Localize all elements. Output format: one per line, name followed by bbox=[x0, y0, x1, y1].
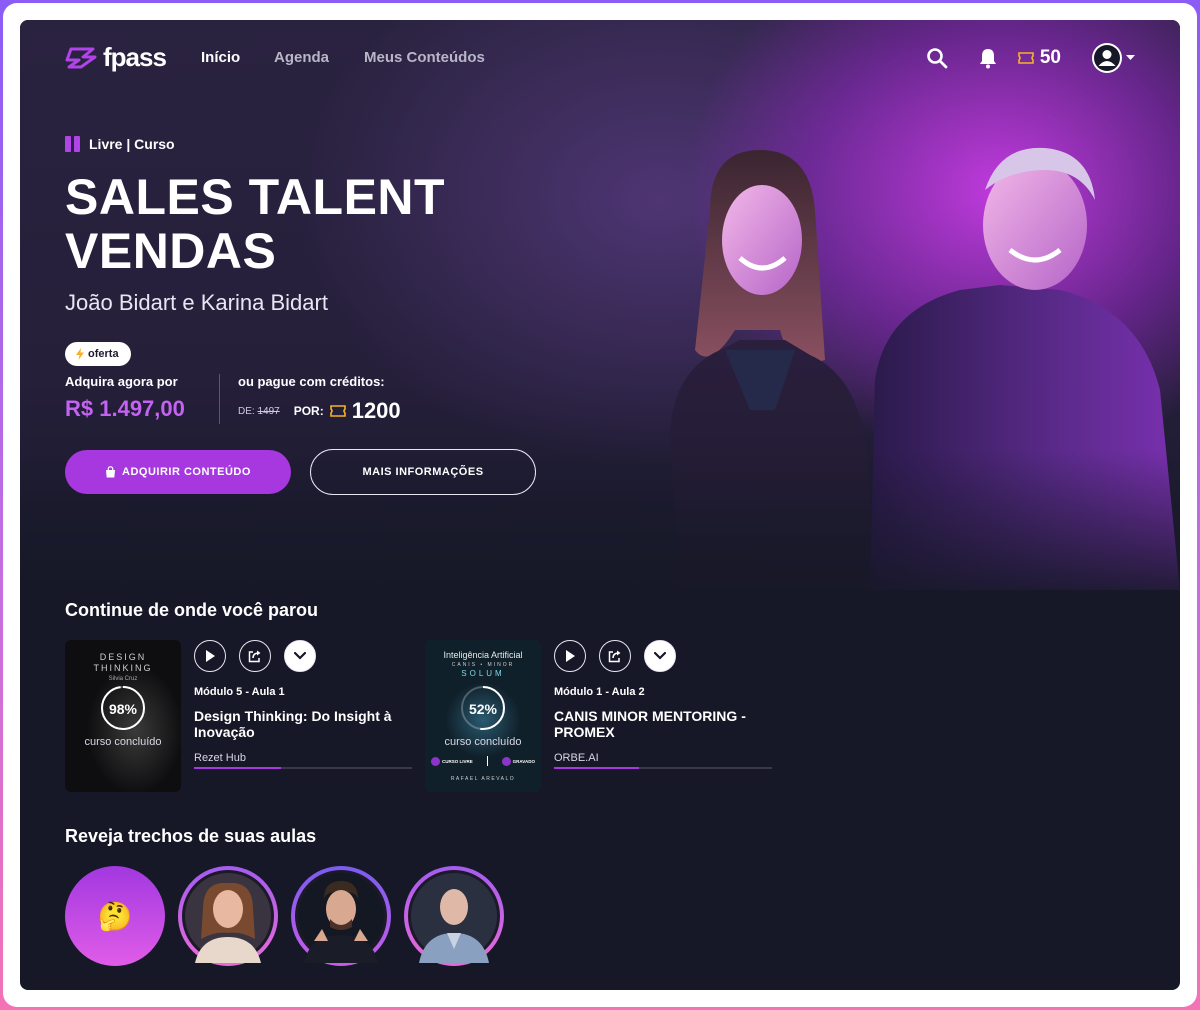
share-button[interactable] bbox=[239, 640, 271, 672]
profile-menu[interactable] bbox=[1091, 42, 1135, 74]
new-credit-value: 1200 bbox=[351, 398, 401, 423]
tag-label: Livre | Curso bbox=[89, 136, 175, 152]
hero-title: SALES TALENT VENDAS bbox=[65, 169, 446, 279]
content-tag: Livre | Curso bbox=[65, 136, 175, 152]
progress-percent: 52% bbox=[468, 701, 498, 717]
continue-card: Inteligência Artificial CANIS • MINOR SO… bbox=[425, 640, 775, 795]
credits-label: ou pague com créditos: bbox=[238, 374, 385, 389]
expand-button[interactable] bbox=[284, 640, 316, 672]
ticket-icon bbox=[329, 405, 346, 417]
chevron-down-icon bbox=[654, 652, 666, 660]
offer-badge-label: oferta bbox=[88, 348, 119, 360]
clip-thumbnail[interactable] bbox=[178, 866, 278, 966]
ticket-icon bbox=[1018, 52, 1034, 64]
nav-link-agenda[interactable]: Agenda bbox=[274, 49, 329, 66]
clip-thumbnail[interactable] bbox=[291, 866, 391, 966]
course-progress-fill bbox=[554, 767, 640, 769]
clip-image bbox=[408, 870, 500, 963]
play-button[interactable] bbox=[194, 640, 226, 672]
share-icon bbox=[248, 650, 261, 663]
module-label: Módulo 5 - Aula 1 bbox=[194, 686, 285, 698]
thumbnail-author: RAFAEL AREVALO bbox=[450, 776, 516, 782]
share-button[interactable] bbox=[599, 640, 631, 672]
course-thumbnail[interactable]: DESIGN THINKING Silvia Cruz 98% curso co… bbox=[65, 640, 181, 792]
offer-badge: oferta bbox=[65, 342, 131, 366]
credits-counter[interactable]: 50 bbox=[1018, 47, 1061, 69]
thumbnail-tag-recorded: GRAVADO bbox=[512, 758, 535, 764]
course-provider: Rezet Hub bbox=[194, 752, 246, 764]
expand-button[interactable] bbox=[644, 640, 676, 672]
course-title[interactable]: CANIS MINOR MENTORING - PROMEX bbox=[554, 708, 774, 740]
continue-card: DESIGN THINKING Silvia Cruz 98% curso co… bbox=[65, 640, 415, 795]
thumbnail-brand: SOLUM bbox=[461, 669, 505, 678]
thumbnail-tag-live: CURSO LIVRE bbox=[442, 758, 473, 764]
clip-thumbnail[interactable] bbox=[404, 866, 504, 966]
card-controls bbox=[554, 640, 676, 672]
thumbnail-title: Inteligência Artificial bbox=[443, 650, 523, 660]
more-info-button[interactable]: MAIS INFORMAÇÕES bbox=[310, 449, 536, 495]
buy-content-button[interactable]: ADQUIRIR CONTEÚDO bbox=[65, 450, 291, 494]
continue-section-title: Continue de onde você parou bbox=[65, 600, 319, 620]
buy-content-label: ADQUIRIR CONTEÚDO bbox=[122, 466, 251, 478]
progress-status: curso concluído bbox=[84, 736, 162, 748]
progress-percent: 98% bbox=[108, 701, 138, 717]
price-divider bbox=[219, 374, 220, 424]
old-credit-price: DE: 1497 bbox=[238, 406, 280, 417]
thumbnail-title: DESIGN THINKING bbox=[93, 652, 153, 673]
bell-icon[interactable] bbox=[978, 47, 998, 69]
nav-link-meus-conteudos[interactable]: Meus Conteúdos bbox=[364, 49, 485, 66]
shopping-bag-icon bbox=[106, 466, 116, 478]
logo[interactable]: fpass bbox=[65, 42, 167, 73]
hero-subtitle: João Bidart e Karina Bidart bbox=[65, 290, 328, 315]
tag-icon bbox=[65, 136, 81, 152]
card-controls bbox=[194, 640, 316, 672]
course-thumbnail[interactable]: Inteligência Artificial CANIS • MINOR SO… bbox=[425, 640, 541, 792]
old-credit-label: DE: bbox=[238, 405, 255, 417]
top-nav: fpass Início Agenda Meus Conteúdos 50 bbox=[65, 40, 1135, 76]
avatar-icon bbox=[1092, 43, 1122, 73]
price: R$ 1.497,00 bbox=[65, 396, 185, 421]
play-button[interactable] bbox=[554, 640, 586, 672]
course-progress-fill bbox=[194, 767, 282, 769]
nav-actions: 50 bbox=[926, 40, 1135, 76]
course-progress-bar bbox=[554, 767, 772, 769]
new-credit-label: POR: bbox=[293, 404, 324, 418]
thumbnail-subtitle: CANIS • MINOR bbox=[451, 662, 515, 668]
lightning-icon bbox=[76, 348, 84, 360]
progress-status: curso concluído bbox=[444, 736, 522, 748]
thumbnail-author: Silvia Cruz bbox=[108, 676, 138, 682]
woman-face bbox=[722, 185, 802, 295]
thinking-emoji-icon: 🤔 bbox=[97, 900, 133, 932]
thumbnail-tags: CURSO LIVRE GRAVADO bbox=[431, 756, 535, 766]
course-provider: ORBE.AI bbox=[554, 752, 599, 764]
clip-thinking[interactable]: 🤔 bbox=[65, 866, 165, 966]
clip-image bbox=[182, 870, 274, 963]
clips-row: 🤔 bbox=[65, 866, 504, 966]
logo-text: fpass bbox=[103, 42, 167, 72]
chevron-down-icon bbox=[294, 652, 306, 660]
clip-image bbox=[295, 870, 387, 963]
old-credit-value: 1497 bbox=[257, 405, 280, 417]
course-progress-bar bbox=[194, 767, 412, 769]
buy-label: Adquira agora por bbox=[65, 374, 178, 389]
module-label: Módulo 1 - Aula 2 bbox=[554, 686, 645, 698]
share-icon bbox=[608, 650, 621, 663]
play-icon bbox=[206, 650, 215, 662]
clips-section-title: Reveja trechos de suas aulas bbox=[65, 826, 317, 846]
credits-value: 50 bbox=[1039, 47, 1061, 68]
app-window: fpass Início Agenda Meus Conteúdos 50 Li… bbox=[20, 20, 1180, 990]
logo-icon bbox=[65, 47, 97, 68]
nav-link-inicio[interactable]: Início bbox=[201, 49, 240, 66]
search-icon[interactable] bbox=[926, 47, 948, 69]
play-icon bbox=[566, 650, 575, 662]
course-title[interactable]: Design Thinking: Do Insight à Inovação bbox=[194, 708, 414, 740]
credit-price-row: DE: 1497 POR: 1200 bbox=[238, 398, 401, 424]
chevron-down-icon bbox=[1126, 55, 1135, 60]
